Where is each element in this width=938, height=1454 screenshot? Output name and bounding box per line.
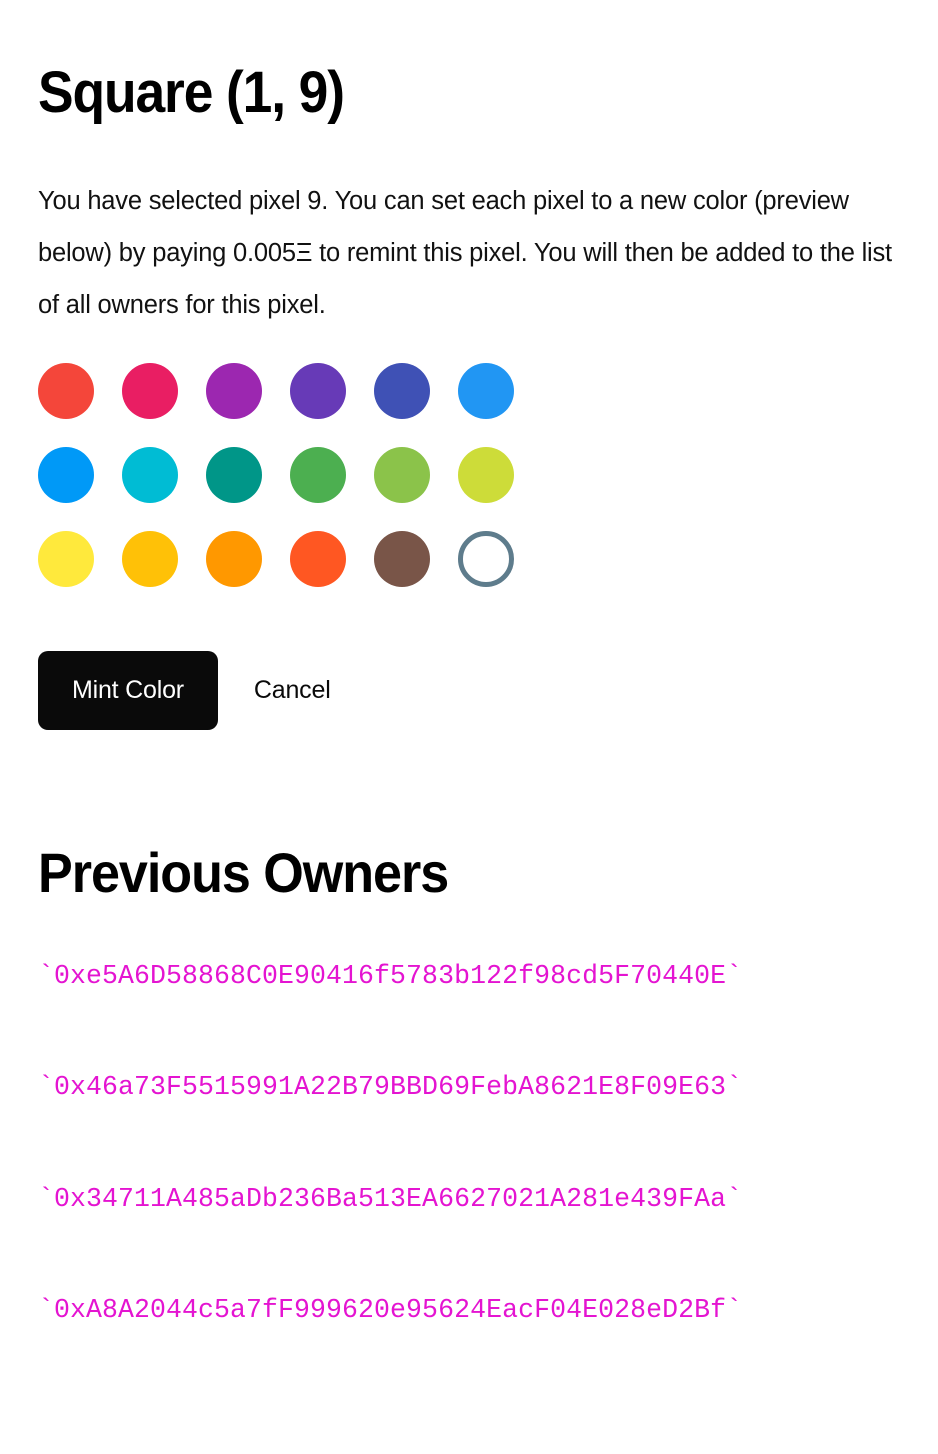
previous-owners-heading: Previous Owners bbox=[38, 840, 449, 904]
color-swatch-blank[interactable] bbox=[458, 530, 514, 587]
action-row: Mint Color Cancel bbox=[38, 650, 900, 730]
pixel-detail-page: Square (1, 9) You have selected pixel 9.… bbox=[0, 0, 938, 1454]
color-swatch-lime[interactable] bbox=[458, 446, 514, 503]
color-swatch-teal[interactable] bbox=[206, 446, 262, 503]
color-swatch-deep-orange[interactable] bbox=[290, 530, 346, 587]
intro-description: You have selected pixel 9. You can set e… bbox=[38, 186, 892, 319]
color-swatch-brown[interactable] bbox=[374, 530, 430, 587]
color-swatch-red[interactable] bbox=[38, 362, 94, 419]
cancel-button[interactable]: Cancel bbox=[254, 677, 331, 703]
color-swatch-blue[interactable] bbox=[458, 362, 514, 419]
color-swatch-deep-purple[interactable] bbox=[290, 362, 346, 419]
page-title: Square (1, 9) bbox=[38, 60, 345, 125]
color-swatch-pink[interactable] bbox=[122, 362, 178, 419]
color-swatch-indigo[interactable] bbox=[374, 362, 430, 419]
color-swatch-light-blue[interactable] bbox=[38, 446, 94, 503]
previous-owners-list: `0xe5A6D58868C0E90416f5783b122f98cd5F704… bbox=[38, 905, 900, 1324]
color-swatch-green[interactable] bbox=[290, 446, 346, 503]
owner-address: `0x34711A485aDb236Ba513EA6627021A281e439… bbox=[38, 1183, 743, 1214]
color-palette bbox=[38, 362, 542, 615]
color-swatch-cyan[interactable] bbox=[122, 446, 178, 503]
color-swatch-purple[interactable] bbox=[206, 362, 262, 419]
color-swatch-yellow[interactable] bbox=[38, 530, 94, 587]
color-swatch-amber[interactable] bbox=[122, 530, 178, 587]
color-swatch-orange[interactable] bbox=[206, 530, 262, 587]
owner-address: `0xA8A2044c5a7fF999620e95624EacF04E028eD… bbox=[38, 1295, 743, 1326]
owner-address: `0xe5A6D58868C0E90416f5783b122f98cd5F704… bbox=[38, 960, 743, 991]
color-swatch-light-green[interactable] bbox=[374, 446, 430, 503]
mint-color-button[interactable]: Mint Color bbox=[38, 650, 218, 730]
owner-address: `0x46a73F5515991A22B79BBD69FebA8621E8F09… bbox=[38, 1072, 743, 1103]
